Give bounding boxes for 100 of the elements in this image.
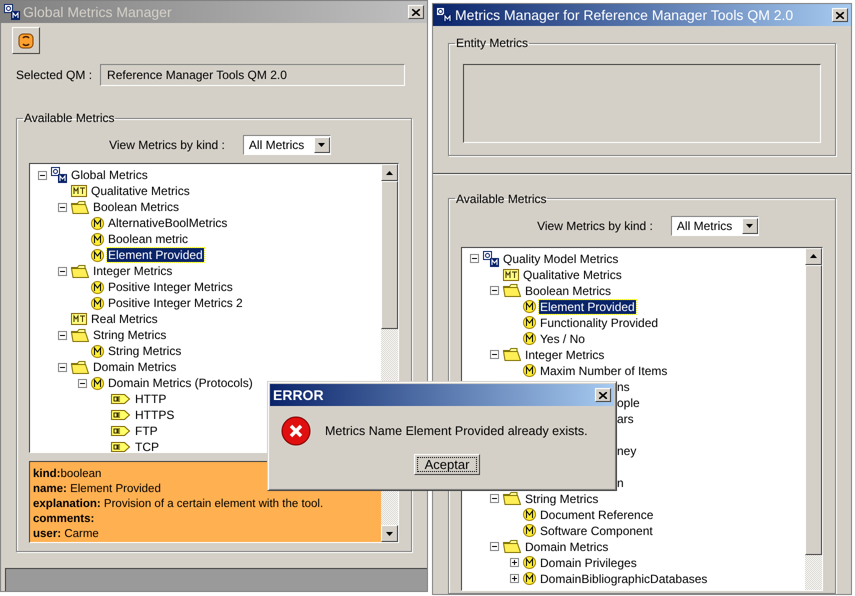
collapse-icon[interactable] bbox=[78, 378, 86, 388]
selected-qm-field[interactable]: Reference Manager Tools QM 2.0 bbox=[100, 64, 405, 86]
collapse-icon[interactable] bbox=[490, 286, 498, 295]
window-app-icon bbox=[436, 7, 452, 23]
folder-icon bbox=[71, 200, 89, 214]
metric-icon bbox=[523, 332, 536, 345]
window-app-icon bbox=[51, 167, 67, 183]
kind-dropdown[interactable]: All Metrics bbox=[242, 135, 331, 155]
kind-dropdown[interactable]: All Metrics bbox=[670, 216, 759, 236]
close-icon bbox=[836, 12, 844, 18]
scroll-up-icon bbox=[386, 170, 393, 174]
tree-item[interactable]: Positive Integer Metrics bbox=[107, 280, 234, 294]
refresh-icon bbox=[17, 32, 35, 50]
details-line: user: Carme bbox=[33, 527, 100, 542]
collapse-icon[interactable] bbox=[58, 202, 66, 212]
tree-item[interactable]: Qualitative Metrics bbox=[90, 184, 191, 198]
scroll-up-icon bbox=[810, 254, 817, 258]
metric-icon bbox=[91, 344, 104, 358]
tree-item[interactable]: n bbox=[616, 476, 625, 490]
close-button[interactable] bbox=[832, 8, 848, 22]
filter-label: View Metrics by kind : bbox=[537, 218, 653, 232]
collapse-icon[interactable] bbox=[490, 350, 498, 359]
tree-item[interactable]: HTTP bbox=[134, 392, 168, 406]
tree-item[interactable]: Boolean Metrics bbox=[524, 284, 612, 298]
accept-button[interactable]: Aceptar bbox=[414, 454, 480, 475]
tag-arrow-icon bbox=[111, 441, 131, 452]
tree-item[interactable]: Boolean metric bbox=[107, 232, 190, 246]
details-line: name: Element Provided bbox=[33, 482, 162, 497]
refresh-button[interactable] bbox=[12, 27, 40, 54]
filter-label: View Metrics by kind : bbox=[109, 138, 225, 152]
folder-icon bbox=[71, 264, 89, 278]
tree-item[interactable]: Element Provided bbox=[107, 248, 204, 262]
expand-icon[interactable] bbox=[510, 558, 518, 567]
tree-item[interactable]: AlternativeBoolMetrics bbox=[107, 216, 228, 230]
group-label: Available Metrics bbox=[23, 111, 116, 125]
tree-item[interactable]: Maxim Number of Items bbox=[539, 364, 668, 378]
tree-item[interactable]: Domain Privileges bbox=[539, 556, 638, 570]
metric-icon bbox=[91, 232, 104, 246]
close-icon bbox=[412, 8, 420, 16]
collapse-icon[interactable] bbox=[38, 170, 46, 180]
close-button[interactable] bbox=[408, 5, 424, 19]
collapse-icon[interactable] bbox=[490, 494, 498, 503]
folder-icon bbox=[503, 492, 521, 505]
error-icon bbox=[281, 416, 311, 446]
scroll-down-icon bbox=[746, 224, 754, 228]
expand-icon[interactable] bbox=[510, 574, 518, 583]
category-icon bbox=[71, 313, 87, 325]
window-title: Global Metrics Manager bbox=[23, 4, 173, 20]
metric-icon bbox=[91, 216, 104, 230]
tree-item[interactable]: Boolean Metrics bbox=[92, 200, 180, 214]
collapse-icon[interactable] bbox=[58, 266, 66, 276]
collapse-icon[interactable] bbox=[58, 330, 66, 340]
tree-item[interactable]: TCP bbox=[134, 440, 160, 452]
tree-item[interactable]: Document Reference bbox=[539, 508, 654, 522]
scrollbar[interactable] bbox=[805, 248, 822, 590]
tree-item[interactable]: ars bbox=[616, 412, 635, 426]
tree-item[interactable]: Domain Metrics bbox=[524, 540, 610, 554]
collapse-icon[interactable] bbox=[58, 362, 66, 372]
collapse-icon[interactable] bbox=[470, 254, 478, 263]
tree-item[interactable]: Element Provided bbox=[539, 300, 636, 314]
tree-item[interactable]: Quality Model Metrics bbox=[502, 252, 620, 266]
dialog-title: ERROR bbox=[273, 387, 325, 403]
folder-icon bbox=[503, 284, 521, 297]
tree-item[interactable]: Positive Integer Metrics 2 bbox=[107, 296, 244, 310]
tree-item[interactable]: Yes / No bbox=[539, 332, 586, 346]
tree-item[interactable]: FTP bbox=[134, 424, 159, 438]
tag-arrow-icon bbox=[111, 393, 131, 405]
tree-item[interactable]: Qualitative Metrics bbox=[522, 268, 623, 282]
tree-item[interactable]: ns bbox=[616, 380, 631, 394]
window-app-icon bbox=[483, 250, 499, 266]
metric-icon bbox=[523, 300, 536, 313]
tree-item[interactable]: ople bbox=[616, 396, 641, 410]
metric-icon bbox=[523, 316, 536, 329]
tree-item[interactable]: Software Component bbox=[539, 524, 654, 538]
tag-arrow-icon bbox=[111, 409, 131, 421]
tree-item[interactable]: String Metrics bbox=[92, 328, 168, 342]
metric-icon bbox=[523, 524, 536, 537]
folder-icon bbox=[71, 328, 89, 342]
collapse-icon[interactable] bbox=[490, 542, 498, 551]
tree-item[interactable]: Integer Metrics bbox=[92, 264, 174, 278]
scroll-down-icon bbox=[386, 532, 393, 536]
tree-item[interactable]: Domain Metrics bbox=[92, 360, 178, 374]
tree-item[interactable]: ney bbox=[616, 444, 638, 458]
window-title: Metrics Manager for Reference Manager Tools QM 2.0 bbox=[455, 7, 794, 23]
tree-item[interactable]: Real Metrics bbox=[90, 312, 159, 326]
tree-item[interactable]: Domain Metrics (Protocols) bbox=[107, 376, 254, 390]
metric-icon bbox=[523, 364, 536, 377]
metric-icon bbox=[523, 572, 536, 585]
tree-item[interactable]: Global Metrics bbox=[70, 168, 149, 182]
tag-arrow-icon bbox=[111, 425, 131, 437]
tree-item[interactable]: Integer Metrics bbox=[524, 348, 606, 362]
tree-item[interactable]: String Metrics bbox=[107, 344, 182, 358]
tree-item[interactable]: String Metrics bbox=[524, 492, 600, 506]
tree-item[interactable]: HTTPS bbox=[134, 408, 176, 422]
folder-icon bbox=[503, 540, 521, 553]
metric-icon bbox=[91, 296, 104, 310]
close-button[interactable] bbox=[595, 388, 611, 402]
tree-item[interactable]: DomainBibliographicDatabases bbox=[539, 572, 708, 586]
close-icon bbox=[599, 392, 607, 398]
tree-item[interactable]: Functionality Provided bbox=[539, 316, 660, 330]
